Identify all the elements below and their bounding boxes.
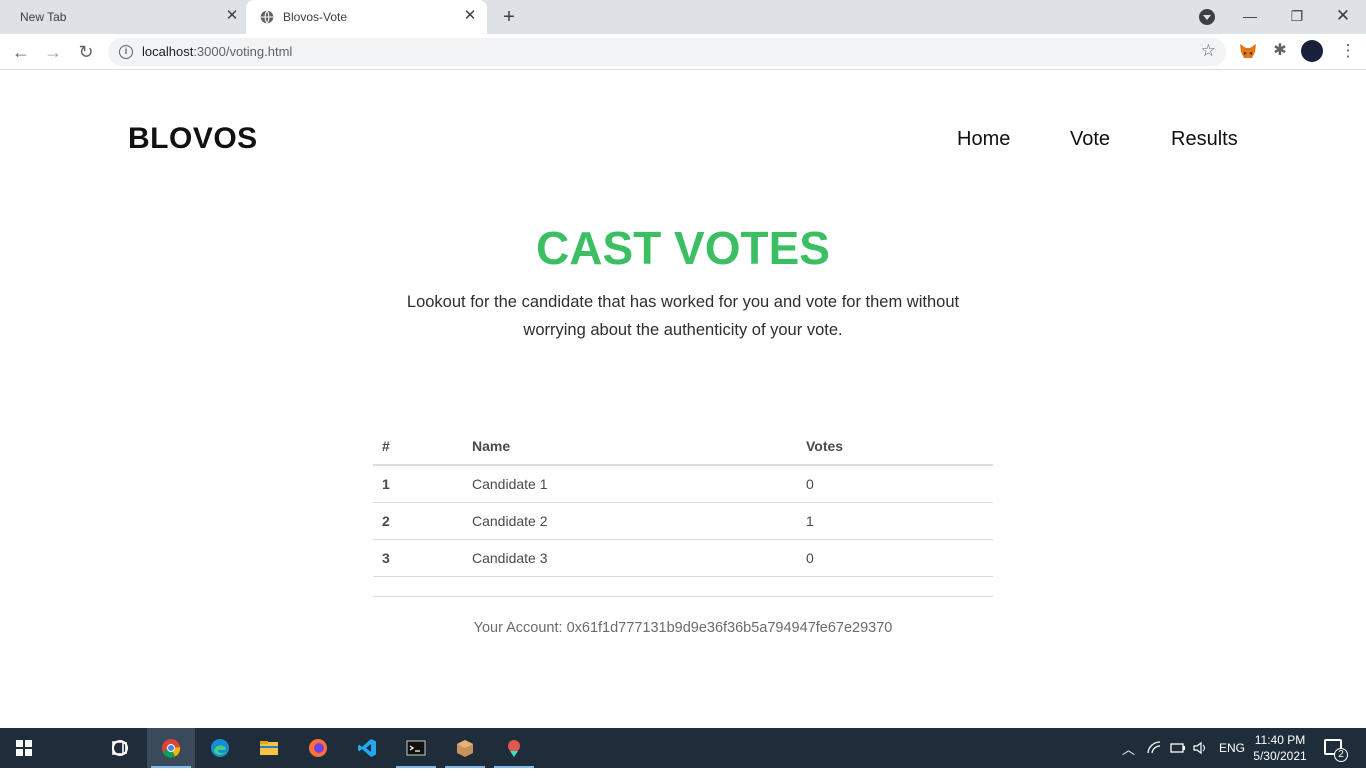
- taskbar-file-explorer[interactable]: [245, 728, 293, 768]
- table-row: 3 Candidate 3 0: [373, 539, 993, 577]
- account-address: Your Account: 0x61f1d777131b9d9e36f36b5a…: [473, 620, 893, 636]
- tab-blovos-vote[interactable]: Blovos-Vote ✕: [246, 0, 487, 34]
- clock-time: 11:40 PM: [1254, 733, 1306, 747]
- url-host: localhost: [142, 44, 194, 59]
- candidate-name: Candidate 3: [463, 539, 797, 577]
- show-hidden-icons-chevron-icon[interactable]: ︿: [1122, 739, 1135, 779]
- section-divider: [373, 596, 993, 597]
- search-button[interactable]: [48, 728, 128, 768]
- globe-icon: [260, 10, 274, 24]
- taskbar-terminal[interactable]: [392, 728, 440, 768]
- candidate-number: 2: [373, 502, 463, 540]
- table-row: 1 Candidate 1 0: [373, 465, 993, 503]
- nav-link-home[interactable]: Home: [957, 128, 1010, 151]
- url-text[interactable]: localhost:3000/voting.html: [142, 44, 292, 59]
- minimize-button[interactable]: —: [1240, 6, 1260, 26]
- volume-icon[interactable]: [1193, 741, 1207, 755]
- url-path: :3000/voting.html: [193, 44, 293, 59]
- tab-search-icon[interactable]: [1199, 9, 1215, 25]
- system-clock[interactable]: 11:40 PM 5/30/2021: [1250, 732, 1310, 764]
- restore-button[interactable]: ❐: [1287, 6, 1307, 26]
- notification-count-badge: 2: [1334, 748, 1348, 762]
- taskbar-edge[interactable]: [196, 728, 244, 768]
- reload-icon[interactable]: ↻: [76, 42, 96, 62]
- firefox-icon: [309, 739, 327, 757]
- column-header-number: #: [373, 427, 463, 466]
- taskbar-firefox[interactable]: [294, 728, 342, 768]
- vscode-icon: [358, 739, 376, 757]
- tab-title: Blovos-Vote: [283, 10, 348, 24]
- battery-icon[interactable]: [1170, 742, 1186, 754]
- edge-icon: [211, 739, 229, 757]
- web-page: BLOVOS Home Vote Results CAST VOTES Look…: [0, 71, 1366, 728]
- candidate-number: 1: [373, 465, 463, 503]
- tab-title: New Tab: [20, 10, 67, 24]
- taskbar-chrome[interactable]: [147, 728, 195, 768]
- nav-link-results[interactable]: Results: [1171, 128, 1238, 151]
- wifi-icon[interactable]: [1147, 741, 1161, 755]
- clock-date: 5/30/2021: [1253, 749, 1307, 763]
- nav-link-vote[interactable]: Vote: [1070, 128, 1110, 151]
- page-subtitle: Lookout for the candidate that has worke…: [406, 293, 960, 339]
- site-logo[interactable]: BLOVOS: [128, 122, 258, 156]
- browser-menu-icon[interactable]: ⋮: [1338, 41, 1358, 61]
- tab-new-tab[interactable]: New Tab ✕: [0, 0, 246, 34]
- task-view-button[interactable]: [96, 728, 144, 768]
- taskbar-box-app[interactable]: [441, 728, 489, 768]
- candidate-votes: 0: [797, 539, 993, 577]
- taskbar-vscode[interactable]: [343, 728, 391, 768]
- truffle-icon: [508, 740, 520, 757]
- candidates-table: # Name Votes 1 Candidate 1 0 2 Candidate…: [373, 427, 993, 577]
- chrome-icon: [162, 739, 181, 758]
- column-header-name: Name: [463, 427, 797, 466]
- browser-toolbar: ← → ↻ i localhost:3000/voting.html ☆ ✱ ⋮: [0, 34, 1366, 70]
- candidate-name: Candidate 1: [463, 465, 797, 503]
- back-arrow-icon[interactable]: ←: [11, 42, 31, 62]
- windows-start-button[interactable]: [0, 728, 48, 768]
- page-title: CAST VOTES: [536, 222, 830, 274]
- bookmark-star-icon[interactable]: ☆: [1201, 41, 1216, 61]
- table-header-row: # Name Votes: [373, 427, 993, 466]
- close-tab-icon[interactable]: ✕: [224, 8, 240, 24]
- browser-tab-strip: New Tab ✕ Blovos-Vote ✕ + — ❐ ✕: [0, 0, 1366, 34]
- terminal-icon: [406, 740, 426, 756]
- profile-avatar[interactable]: [1301, 40, 1323, 62]
- table-row: 2 Candidate 2 1: [373, 502, 993, 540]
- column-header-votes: Votes: [797, 427, 993, 466]
- task-view-icon: [112, 741, 127, 755]
- forward-arrow-icon[interactable]: →: [43, 42, 63, 62]
- language-indicator[interactable]: ENG: [1219, 741, 1245, 781]
- address-bar[interactable]: i localhost:3000/voting.html ☆: [108, 38, 1226, 66]
- taskbar-truffle-app[interactable]: [490, 728, 538, 768]
- extensions-puzzle-icon[interactable]: ✱: [1270, 41, 1290, 61]
- new-tab-button[interactable]: +: [498, 6, 520, 28]
- candidate-number: 3: [373, 539, 463, 577]
- candidate-votes: 0: [797, 465, 993, 503]
- windows-logo-icon: [16, 740, 32, 756]
- box-icon: [457, 740, 473, 757]
- metamask-fox-icon[interactable]: [1238, 41, 1258, 61]
- close-window-button[interactable]: ✕: [1333, 6, 1353, 26]
- site-info-icon[interactable]: i: [119, 45, 133, 59]
- folder-icon: [260, 741, 278, 755]
- candidate-name: Candidate 2: [463, 502, 797, 540]
- windows-taskbar: ︿ ENG 11:40 PM 5/30/2021 2: [0, 728, 1366, 768]
- candidate-votes: 1: [797, 502, 993, 540]
- close-tab-icon[interactable]: ✕: [462, 8, 478, 24]
